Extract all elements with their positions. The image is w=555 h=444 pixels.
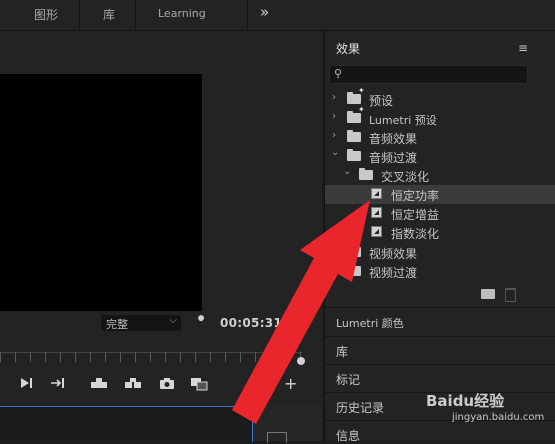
video-preview (0, 74, 202, 311)
tree-item-constant-power[interactable]: 恒定功率 (325, 185, 555, 204)
tree-item-exponential-fade[interactable]: 指数淡化 (325, 223, 555, 242)
panel-tab-markers[interactable]: 标记 (336, 371, 360, 388)
effects-panel-title[interactable]: 效果 (336, 40, 360, 57)
folder-icon (359, 168, 373, 180)
tree-item-crossfade[interactable]: ⌄ 交叉淡化 (325, 166, 555, 185)
play-icon[interactable] (20, 377, 34, 392)
tree-item-label: 音频效果 (369, 132, 418, 146)
tree-item-lumetri-presets[interactable]: › ✦ Lumetri 预设 (325, 105, 555, 128)
workspace-bar: 图形 库 Learning » (0, 0, 555, 31)
star-icon: ✦ (358, 86, 365, 95)
duration-timecode: 00:05:31:0 (220, 316, 296, 330)
panel-divider (325, 364, 555, 365)
panel-tab-lumetri-color[interactable]: Lumetri 颜色 (336, 315, 404, 331)
folder-icon (347, 264, 361, 276)
out-point-handle[interactable] (297, 357, 305, 365)
folder-icon (347, 149, 361, 161)
panel-menu-icon[interactable]: ≡ (518, 41, 528, 55)
camera-icon[interactable] (159, 377, 175, 392)
chevron-right-icon: › (332, 264, 336, 275)
timeline-panel[interactable] (0, 406, 253, 442)
panel-tab-library[interactable]: 库 (336, 343, 348, 360)
chevron-down-icon: ⌄ (331, 147, 340, 158)
chevron-right-icon: › (332, 130, 336, 141)
delete-icon[interactable] (505, 288, 516, 302)
watermark-brand: Baidu经验 (426, 392, 505, 410)
tree-item-label: 音频过渡 (369, 151, 418, 165)
overflow-icon[interactable]: » (260, 3, 269, 21)
panel-tab-history[interactable]: 历史记录 (336, 399, 384, 416)
tree-item-video-transitions[interactable]: › 视频过渡 (325, 262, 555, 281)
folder-icon (347, 92, 361, 104)
folder-icon (347, 111, 361, 123)
panel-tab-info[interactable]: 信息 (336, 427, 360, 444)
grid-icon (267, 432, 287, 443)
new-bin-icon[interactable] (481, 289, 495, 299)
panel-divider (325, 307, 555, 308)
chevron-right-icon: › (332, 92, 336, 103)
tree-item-label: 恒定功率 (391, 189, 440, 203)
step-forward-icon[interactable] (50, 377, 66, 392)
workspace-divider (247, 0, 248, 30)
extract-icon[interactable] (124, 377, 142, 392)
search-icon: ⚲ (334, 67, 343, 80)
transition-effect-icon (371, 226, 382, 237)
tree-item-video-effects[interactable]: › 视频效果 (325, 243, 555, 262)
tree-item-label: 视频过渡 (369, 266, 418, 280)
lift-icon[interactable] (90, 377, 108, 392)
add-button-icon[interactable]: + (284, 374, 297, 393)
tree-item-label: 预设 (369, 94, 394, 108)
tree-item-constant-gain[interactable]: 恒定增益 (325, 204, 555, 223)
chevron-down-icon: ⌵ (169, 315, 177, 326)
tree-item-label: 指数淡化 (391, 227, 440, 241)
transition-effect-icon (371, 207, 382, 218)
workspace-tab-graphics[interactable]: 图形 (34, 6, 58, 23)
tree-item-audio-effects[interactable]: › 音频效果 (325, 128, 555, 147)
panel-divider (325, 336, 555, 337)
chevron-down-icon: ⌄ (343, 166, 352, 177)
tree-item-label: 恒定增益 (391, 208, 440, 222)
playback-resolution-dropdown[interactable]: 完整 ⌵ (101, 315, 181, 331)
timeline-side (253, 406, 322, 443)
transition-effect-icon (371, 188, 382, 199)
tree-item-label: 视频效果 (369, 247, 418, 261)
folder-icon (347, 130, 361, 142)
tree-item-audio-transitions[interactable]: ⌄ 音频过渡 (325, 147, 555, 166)
wrench-icon[interactable] (193, 314, 209, 334)
watermark-url: jingyan.baidu.com (452, 412, 545, 423)
star-icon: ✦ (358, 105, 365, 114)
effects-search[interactable]: ⚲ (329, 65, 528, 84)
workspace-tab-library[interactable]: 库 (103, 6, 115, 23)
folder-icon (347, 245, 361, 257)
workspace-divider (135, 0, 136, 30)
effects-search-input[interactable] (348, 67, 518, 81)
ruler-ticks (0, 352, 302, 362)
tree-item-label: Lumetri 预设 (369, 114, 437, 127)
tree-item-label: 交叉淡化 (381, 170, 430, 184)
playback-resolution-value: 完整 (106, 318, 128, 331)
chevron-right-icon: › (332, 245, 336, 256)
comparison-view-icon[interactable] (190, 377, 208, 394)
chevron-right-icon: › (332, 111, 336, 122)
workspace-divider (79, 0, 80, 30)
workspace-tab-learning[interactable]: Learning (158, 7, 206, 20)
